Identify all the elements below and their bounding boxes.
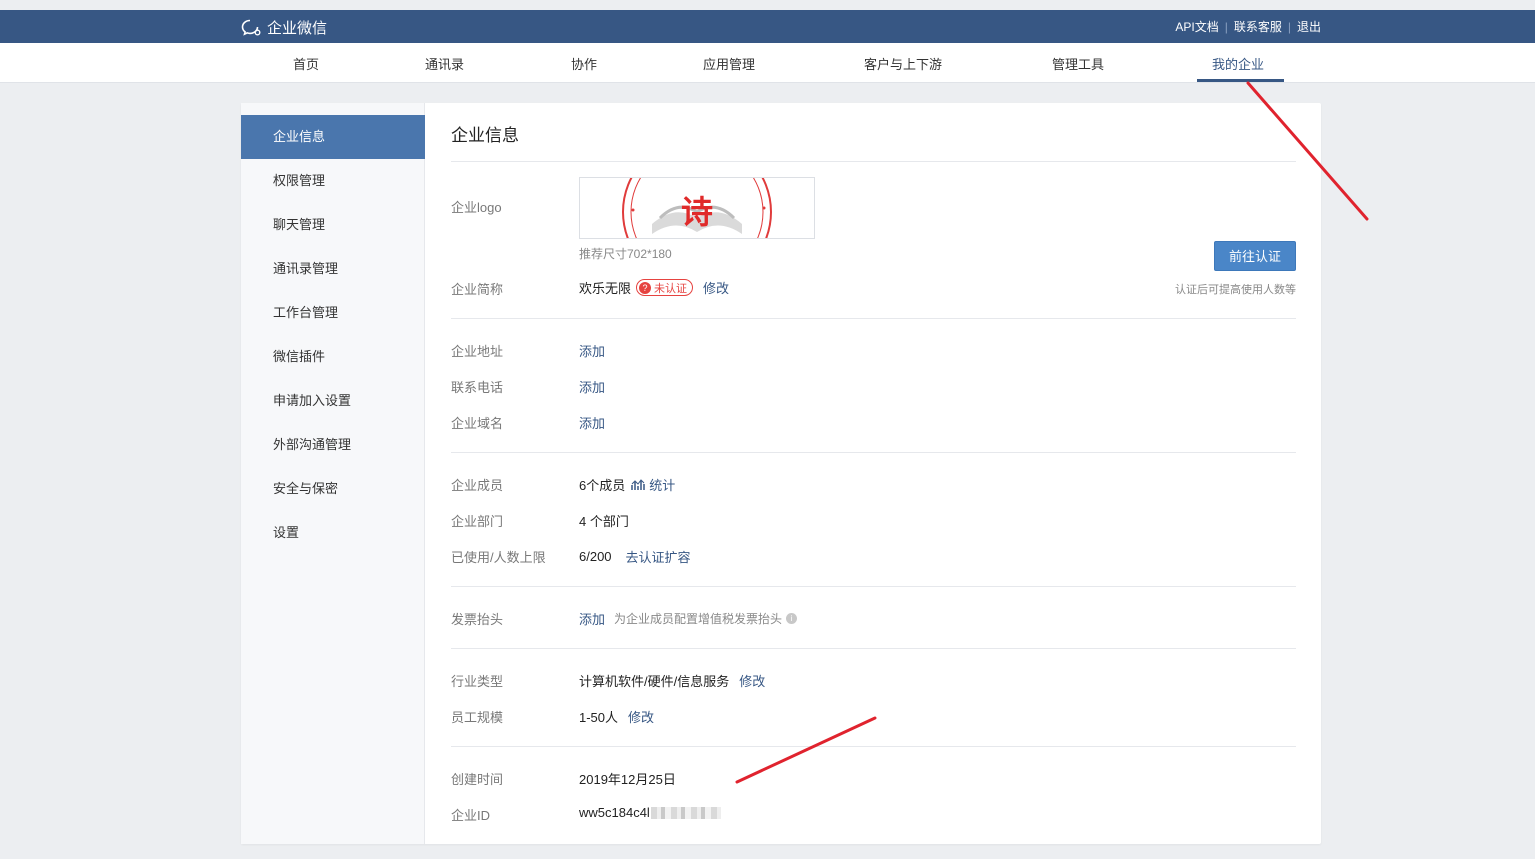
sidebar: 企业信息 权限管理 聊天管理 通讯录管理 工作台管理 微信插件 申请加入设置 外… [241, 103, 425, 844]
unverified-badge[interactable]: ? 未认证 [636, 279, 694, 296]
redacted-mask [650, 806, 721, 819]
corp-id-label: 企业ID [451, 808, 491, 823]
sidebar-item-settings[interactable]: 设置 [241, 511, 425, 555]
corp-id-value[interactable]: ww5c184c4l [579, 805, 650, 820]
brand-name: 企业微信 [267, 20, 328, 37]
verify-button[interactable]: 前往认证 [1214, 241, 1296, 271]
divider [451, 586, 1296, 587]
usage-value: 6/200 [579, 549, 612, 564]
sidebar-item-chat-management[interactable]: 聊天管理 [241, 203, 425, 247]
members-label: 企业成员 [451, 478, 504, 493]
settings-card: 企业信息 权限管理 聊天管理 通讯录管理 工作台管理 微信插件 申请加入设置 外… [241, 103, 1321, 844]
logout-link[interactable]: 退出 [1297, 18, 1321, 35]
logo-size-hint: 推荐尺寸702*180 [579, 247, 672, 261]
page-title: 企业信息 [451, 126, 519, 145]
nav-app-management[interactable]: 应用管理 [703, 54, 755, 73]
industry-label: 行业类型 [451, 674, 504, 689]
chart-icon [631, 478, 645, 490]
add-invoice-link[interactable]: 添加 [579, 609, 605, 628]
edit-staff-size-link[interactable]: 修改 [628, 707, 654, 726]
top-links: API文档 | 联系客服 | 退出 [1175, 18, 1321, 35]
members-value: 6个成员 [579, 478, 626, 493]
short-name-row: 欢乐无限 ? 未认证 修改 [579, 278, 729, 297]
short-name-label: 企业简称 [451, 282, 504, 297]
sidebar-item-contacts-management[interactable]: 通讯录管理 [241, 247, 425, 291]
sidebar-item-join-settings[interactable]: 申请加入设置 [241, 379, 425, 423]
separator: | [1224, 19, 1228, 34]
staff-size-label: 员工规模 [451, 710, 504, 725]
divider [451, 318, 1296, 319]
stats-link[interactable]: 统计 [631, 475, 675, 494]
verify-hint: 认证后可提高使用人数等 [1175, 284, 1296, 296]
logo-image: 诗 [622, 178, 772, 238]
short-name-value: 欢乐无限 [579, 281, 632, 296]
sidebar-item-workbench-management[interactable]: 工作台管理 [241, 291, 425, 335]
logo-label: 企业logo [451, 200, 502, 215]
api-docs-link[interactable]: API文档 [1175, 18, 1218, 35]
main-content: 企业信息 企业logo 诗 推荐尺寸702*180 企业简称 欢乐无限 ? 未认… [425, 103, 1321, 844]
sidebar-item-external-communication[interactable]: 外部沟通管理 [241, 423, 425, 467]
nav-customers[interactable]: 客户与上下游 [864, 54, 942, 73]
staff-size-value: 1-50人 [579, 710, 619, 725]
invoice-hint: 为企业成员配置增值税发票抬头 [614, 612, 783, 626]
divider [451, 161, 1296, 162]
sidebar-item-permissions[interactable]: 权限管理 [241, 159, 425, 203]
edit-short-name-link[interactable]: 修改 [703, 278, 729, 297]
nav-my-enterprise[interactable]: 我的企业 [1212, 54, 1264, 73]
edit-industry-link[interactable]: 修改 [739, 671, 765, 690]
members-row: 6个成员 统计 [579, 475, 675, 494]
address-label: 企业地址 [451, 344, 504, 359]
top-bar: 企业微信 API文档 | 联系客服 | 退出 [0, 10, 1535, 43]
expand-capacity-link[interactable]: 去认证扩容 [626, 547, 691, 566]
industry-value: 计算机软件/硬件/信息服务 [579, 674, 730, 689]
departments-label: 企业部门 [451, 514, 504, 529]
invoice-label: 发票抬头 [451, 612, 504, 627]
nav-management-tools[interactable]: 管理工具 [1052, 54, 1104, 73]
info-icon[interactable]: i [786, 613, 798, 624]
invoice-row: 添加 为企业成员配置增值税发票抬头 i [579, 609, 798, 628]
add-phone-link[interactable]: 添加 [579, 377, 605, 396]
add-domain-link[interactable]: 添加 [579, 413, 605, 432]
nav-home[interactable]: 首页 [293, 54, 319, 73]
nav-collaboration[interactable]: 协作 [571, 54, 597, 73]
contact-support-link[interactable]: 联系客服 [1234, 18, 1282, 35]
phone-label: 联系电话 [451, 380, 504, 395]
industry-row: 计算机软件/硬件/信息服务 修改 [579, 671, 765, 690]
nav-contacts[interactable]: 通讯录 [425, 54, 464, 73]
staff-size-row: 1-50人 修改 [579, 707, 654, 726]
created-value: 2019年12月25日 [579, 772, 676, 787]
usage-row: 6/200 去认证扩容 [579, 547, 691, 566]
brand[interactable]: 企业微信 [241, 17, 327, 38]
badge-label: 未认证 [654, 282, 688, 295]
sidebar-item-wechat-plugin[interactable]: 微信插件 [241, 335, 425, 379]
usage-label: 已使用/人数上限 [451, 550, 546, 565]
enterprise-logo[interactable]: 诗 [579, 177, 815, 239]
created-label: 创建时间 [451, 772, 504, 787]
divider [451, 452, 1296, 453]
chat-bubble-icon [241, 19, 261, 36]
sidebar-item-security[interactable]: 安全与保密 [241, 467, 425, 511]
separator: | [1287, 19, 1291, 34]
divider [451, 746, 1296, 747]
add-address-link[interactable]: 添加 [579, 341, 605, 360]
corp-id-row: ww5c184c4l [579, 805, 721, 820]
sidebar-item-enterprise-info[interactable]: 企业信息 [241, 115, 425, 159]
question-icon: ? [639, 281, 652, 294]
logo-glyph: 诗 [681, 193, 713, 231]
departments-value: 4 个部门 [579, 514, 629, 529]
divider [451, 648, 1296, 649]
domain-label: 企业域名 [451, 416, 504, 431]
stats-link-label: 统计 [649, 478, 676, 493]
nav-active-indicator [1197, 79, 1284, 82]
main-nav: 首页 通讯录 协作 应用管理 客户与上下游 管理工具 我的企业 [0, 43, 1535, 83]
